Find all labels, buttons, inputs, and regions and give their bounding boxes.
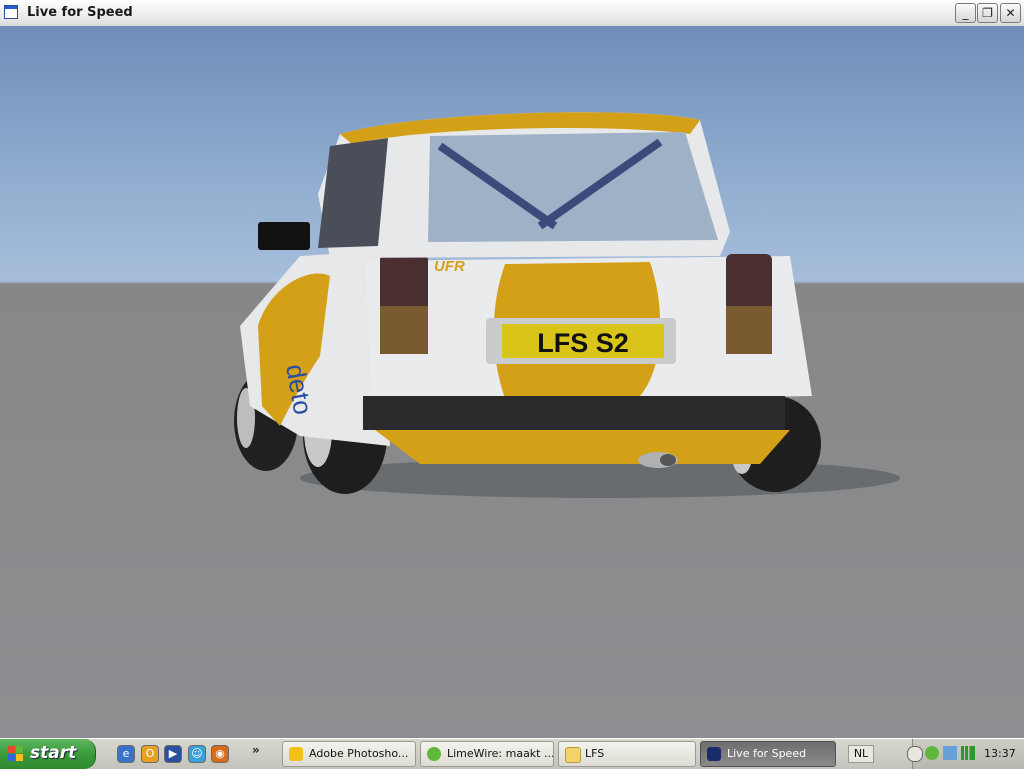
window-titlebar[interactable]: Live for Speed _ ❐ ✕ [0, 0, 1024, 27]
car-render: deto UFR LFS S2 [234, 112, 900, 498]
folder-icon [565, 747, 581, 763]
right-indicator [726, 306, 772, 354]
left-indicator [380, 306, 428, 354]
exhaust-tip [660, 454, 676, 466]
clock[interactable]: 13:37 [984, 747, 1016, 760]
app-window-icon[interactable] [4, 5, 18, 19]
task-label: LimeWire: maakt ... [447, 747, 554, 760]
limewire-icon [427, 747, 441, 761]
task-label: LFS [585, 747, 605, 760]
task-lfs-folder[interactable]: LFS [558, 741, 696, 767]
rear-bumper [363, 396, 785, 430]
ie-icon[interactable]: e [117, 745, 135, 763]
language-indicator[interactable]: NL [848, 745, 874, 763]
ufr-sticker: UFR [434, 258, 465, 275]
start-button[interactable]: start [0, 739, 96, 769]
task-label: Adobe Photosho... [309, 747, 409, 760]
limewire-tray-icon[interactable] [925, 746, 939, 760]
maximize-button[interactable]: ❐ [977, 3, 998, 23]
photoshop-icon [289, 747, 303, 761]
outlook-icon[interactable]: O [141, 745, 159, 763]
task-live-for-speed[interactable]: Live for Speed [700, 741, 836, 767]
license-plate-text: LFS S2 [537, 328, 629, 358]
task-photoshop[interactable]: Adobe Photosho... [282, 741, 416, 767]
rear-window [428, 132, 718, 242]
quicklaunch-overflow-icon[interactable]: » [252, 743, 260, 757]
close-button[interactable]: ✕ [1000, 3, 1021, 23]
tray-expand-icon[interactable] [907, 746, 923, 762]
task-limewire[interactable]: LimeWire: maakt ... [420, 741, 554, 767]
signal-strength-icon[interactable] [961, 746, 975, 760]
taskbar: start e O ▶ ☺ ◉ » Adobe Photosho... Lime… [0, 738, 1024, 769]
minimize-button[interactable]: _ [955, 3, 976, 23]
messenger-tray-icon[interactable] [943, 746, 957, 760]
game-viewport[interactable]: deto UFR LFS S2 [0, 26, 1024, 738]
lower-valance [375, 430, 790, 464]
start-label: start [30, 743, 77, 763]
system-tray: 13:37 [907, 739, 1024, 769]
messenger-icon[interactable]: ☺ [188, 745, 206, 763]
firefox-icon[interactable]: ◉ [211, 745, 229, 763]
side-mirror [258, 222, 310, 250]
side-window [318, 138, 388, 248]
window-title: Live for Speed [27, 5, 133, 20]
task-label: Live for Speed [727, 747, 807, 760]
windows-logo-icon [8, 746, 24, 762]
media-player-icon[interactable]: ▶ [164, 745, 182, 763]
lfs-icon [707, 747, 721, 761]
